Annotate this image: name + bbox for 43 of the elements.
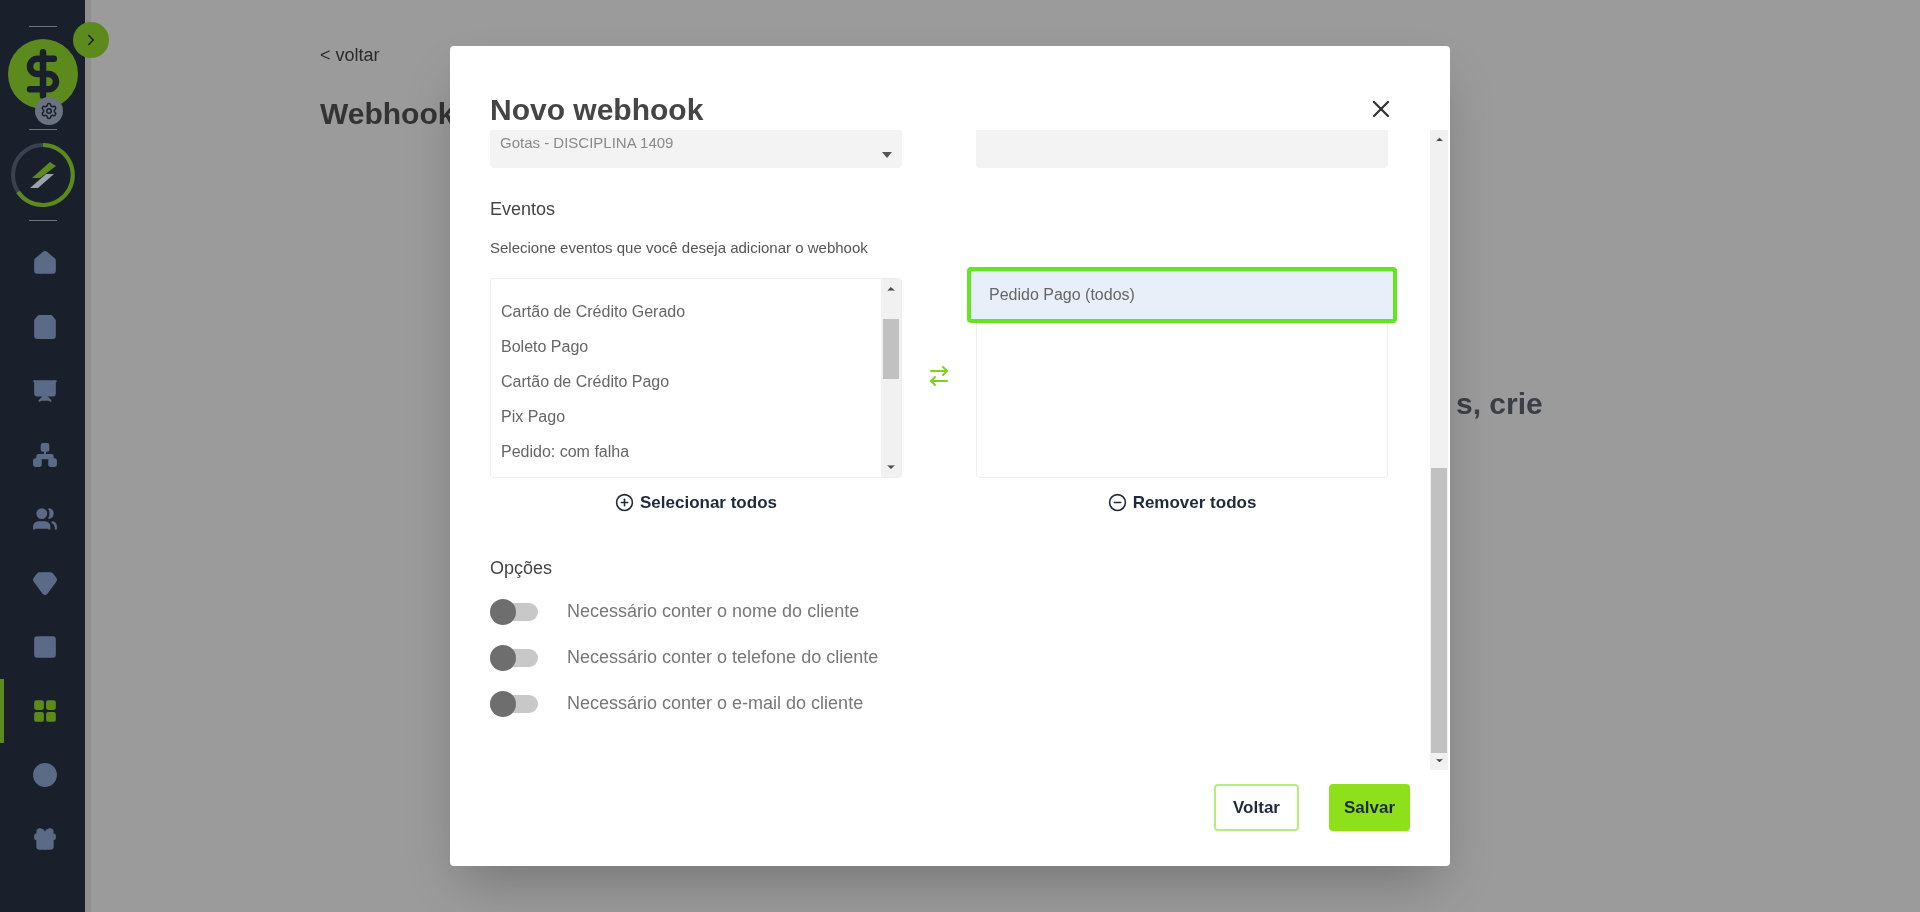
list-scrollbar[interactable] <box>881 278 901 477</box>
dropdown-caret-icon <box>882 152 892 158</box>
users-icon <box>31 506 58 532</box>
expand-button[interactable] <box>73 22 109 58</box>
options-heading: Opções <box>490 557 554 580</box>
toggle-switch[interactable] <box>490 644 538 671</box>
presentation-icon <box>31 378 58 404</box>
option-label: Necessário conter o e-mail do cliente <box>567 692 864 715</box>
toggle-switch[interactable] <box>490 598 538 625</box>
scrollbar-thumb[interactable] <box>883 318 899 379</box>
option-label: Necessário conter o nome do cliente <box>567 600 860 623</box>
event-option[interactable]: Pedido Pago (todos) <box>967 266 1397 323</box>
grid-icon <box>31 698 58 724</box>
events-description: Selecione eventos que você deseja adicionar o webhook <box>490 238 869 258</box>
product-select[interactable]: Gotas - DISCIPLINA 1409 <box>490 130 902 168</box>
remove-all-button[interactable]: Remover todos <box>1107 489 1257 515</box>
select-all-button[interactable]: Selecionar todos <box>615 489 777 515</box>
transfer-arrows-icon[interactable] <box>927 363 951 388</box>
gift-icon <box>31 826 58 852</box>
event-option[interactable]: Cartão de Crédito Gerado <box>501 300 881 323</box>
event-option[interactable]: Pedido: com falha <box>501 440 881 463</box>
back-link[interactable]: < voltar <box>320 45 380 65</box>
minus-circle-icon <box>1107 492 1127 512</box>
plus-circle-icon <box>615 492 634 512</box>
event-option[interactable]: Cartão de Crédito Pago <box>501 370 881 393</box>
back-button[interactable]: Voltar <box>1214 784 1299 831</box>
shopping-bag-icon <box>31 314 58 340</box>
scrollbar-thumb[interactable] <box>1431 468 1447 753</box>
page-title: Webhook <box>320 96 455 132</box>
modal-title: Novo webhook <box>490 91 704 128</box>
gem-icon <box>31 570 58 596</box>
page-heading-fragment: s, crie <box>1456 386 1543 422</box>
home-icon <box>31 250 58 276</box>
option-label: Necessário conter o telefone do cliente <box>567 646 879 669</box>
settings-icon[interactable] <box>34 97 63 125</box>
network-icon <box>31 442 58 468</box>
event-option[interactable]: Boleto Pago <box>501 335 881 358</box>
toggle-switch[interactable] <box>490 690 538 717</box>
modal-scrollbar[interactable] <box>1430 130 1448 770</box>
event-option[interactable]: Pix Pago <box>501 405 881 428</box>
save-button[interactable]: Salvar <box>1329 784 1410 831</box>
events-heading: Eventos <box>490 198 557 221</box>
s-logo-icon <box>9 142 76 208</box>
